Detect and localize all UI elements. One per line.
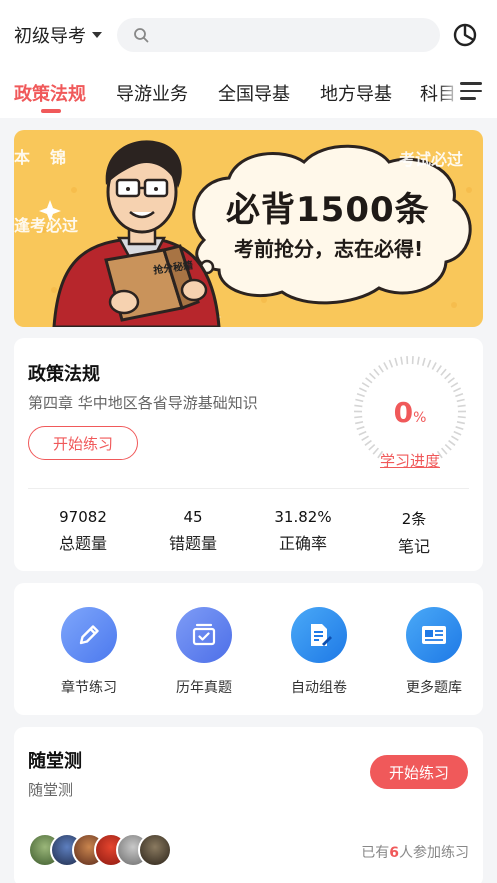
stat-notes[interactable]: 2条 笔记 (359, 508, 469, 557)
promo-banner[interactable]: 本 锦 逢考必过 考试必过 必背1500条 考前抢分，志在必得! 抢分秘籍 (14, 130, 483, 327)
progress-tick (447, 377, 455, 384)
chevron-down-icon (92, 32, 102, 38)
progress-tick (444, 372, 452, 380)
banner-bg-word: 本 (14, 148, 31, 167)
search-icon (134, 28, 149, 43)
pie-chart-icon[interactable] (452, 22, 478, 48)
progress-tick (358, 387, 367, 393)
progress-tick (448, 439, 456, 446)
tool-label: 更多题库 (406, 680, 462, 696)
tab-policy[interactable]: 政策法规 (14, 80, 86, 106)
stat-total-questions[interactable]: 97082 总题量 (28, 508, 138, 554)
auto-paper-button[interactable]: 自动组卷 (264, 607, 374, 697)
progress-tick (378, 365, 384, 373)
banner-bg-word: 锦 (50, 148, 67, 167)
tab-local-basics[interactable]: 地方导基 (320, 80, 392, 106)
progress-unit: % (413, 410, 427, 426)
stat-value: 45 (183, 508, 203, 526)
progress-value: 0% (352, 396, 468, 429)
progress-tick (361, 435, 369, 441)
banner-bg-word: 考试必过 (399, 150, 464, 169)
progress-tick (358, 430, 367, 436)
progress-tick (394, 357, 399, 366)
progress-tick (416, 356, 420, 365)
top-bar: 初级导考 (0, 0, 497, 70)
chapter-name: 第四章 华中地区各省导游基础知识 (28, 394, 258, 412)
joined-suffix: 人参加练习 (399, 845, 469, 861)
joined-prefix: 已有 (361, 845, 390, 861)
quiz-card: 随堂测 随堂测 开始练习 已有6人参加练习 (14, 727, 483, 883)
progress-tick (388, 359, 394, 368)
progress-tick (451, 435, 459, 441)
tool-label: 章节练习 (61, 680, 117, 696)
stat-value: 97082 (59, 508, 107, 526)
policy-card: 政策法规 第四章 华中地区各省导游基础知识 开始练习 0% 学习进度 97082… (14, 338, 483, 571)
progress-tick (453, 387, 462, 393)
chapter-practice-button[interactable]: 章节练习 (34, 607, 144, 697)
progress-tick (373, 368, 380, 376)
stat-label: 正确率 (278, 534, 327, 553)
progress-tick (440, 368, 447, 376)
divider (28, 488, 469, 489)
search-bar[interactable] (117, 18, 440, 52)
search-input[interactable] (157, 27, 417, 43)
progress-tick (431, 362, 437, 370)
exam-selector[interactable]: 初级导考 (14, 22, 102, 48)
stat-value: 31.82% (274, 508, 332, 526)
quiz-title: 随堂测 (28, 751, 82, 772)
tab-national-basics[interactable]: 全国导基 (218, 80, 290, 106)
progress-tick (426, 359, 432, 368)
tool-label: 自动组卷 (291, 680, 347, 696)
tab-guide-business[interactable]: 导游业务 (116, 80, 188, 106)
participants-count: 已有6人参加练习 (361, 842, 469, 862)
avatar (138, 833, 172, 867)
progress-tick (361, 382, 370, 388)
stat-label: 错题量 (168, 534, 217, 553)
newspaper-icon (406, 607, 462, 663)
exam-selector-label: 初级导考 (14, 26, 86, 47)
progress-tick (450, 382, 459, 388)
progress-number: 0 (393, 396, 414, 429)
progress-tick (364, 439, 372, 446)
progress-tick (400, 356, 404, 365)
start-practice-button[interactable]: 开始练习 (28, 426, 138, 460)
banner-bg-word: 逢考必过 (14, 216, 79, 235)
stat-value: 2条 (401, 510, 427, 528)
quiz-subtitle: 随堂测 (28, 781, 74, 799)
active-tab-indicator (41, 109, 61, 113)
category-tabs: 政策法规 导游业务 全国导基 地方导基 科目 (0, 70, 497, 118)
pencil-icon (61, 607, 117, 663)
progress-tick (436, 365, 442, 373)
more-banks-button[interactable]: 更多题库 (379, 607, 489, 697)
joined-count: 6 (389, 845, 399, 861)
study-progress-link[interactable]: 学习进度 (352, 450, 468, 471)
participant-avatars (28, 833, 188, 867)
stat-wrong-questions[interactable]: 45 错题量 (138, 508, 248, 554)
progress-tick (453, 430, 462, 436)
policy-title: 政策法规 (28, 364, 100, 385)
quiz-start-button[interactable]: 开始练习 (370, 755, 468, 789)
menu-icon[interactable] (460, 82, 482, 102)
banner-headline: 必背1500条 (226, 190, 430, 230)
progress-tick (383, 362, 389, 370)
tool-label: 历年真题 (176, 680, 232, 696)
stat-label: 总题量 (58, 534, 107, 553)
tools-card: 章节练习 历年真题 自动组卷 更多题库 (14, 583, 483, 715)
stat-accuracy[interactable]: 31.82% 正确率 (248, 508, 358, 554)
progress-tick (365, 377, 373, 384)
document-edit-icon (291, 607, 347, 663)
progress-tick (368, 372, 376, 380)
calendar-check-icon (176, 607, 232, 663)
banner-subline: 考前抢分，志在必得! (234, 237, 424, 261)
past-exams-button[interactable]: 历年真题 (149, 607, 259, 697)
stat-label: 笔记 (397, 537, 430, 556)
progress-tick (421, 357, 426, 366)
